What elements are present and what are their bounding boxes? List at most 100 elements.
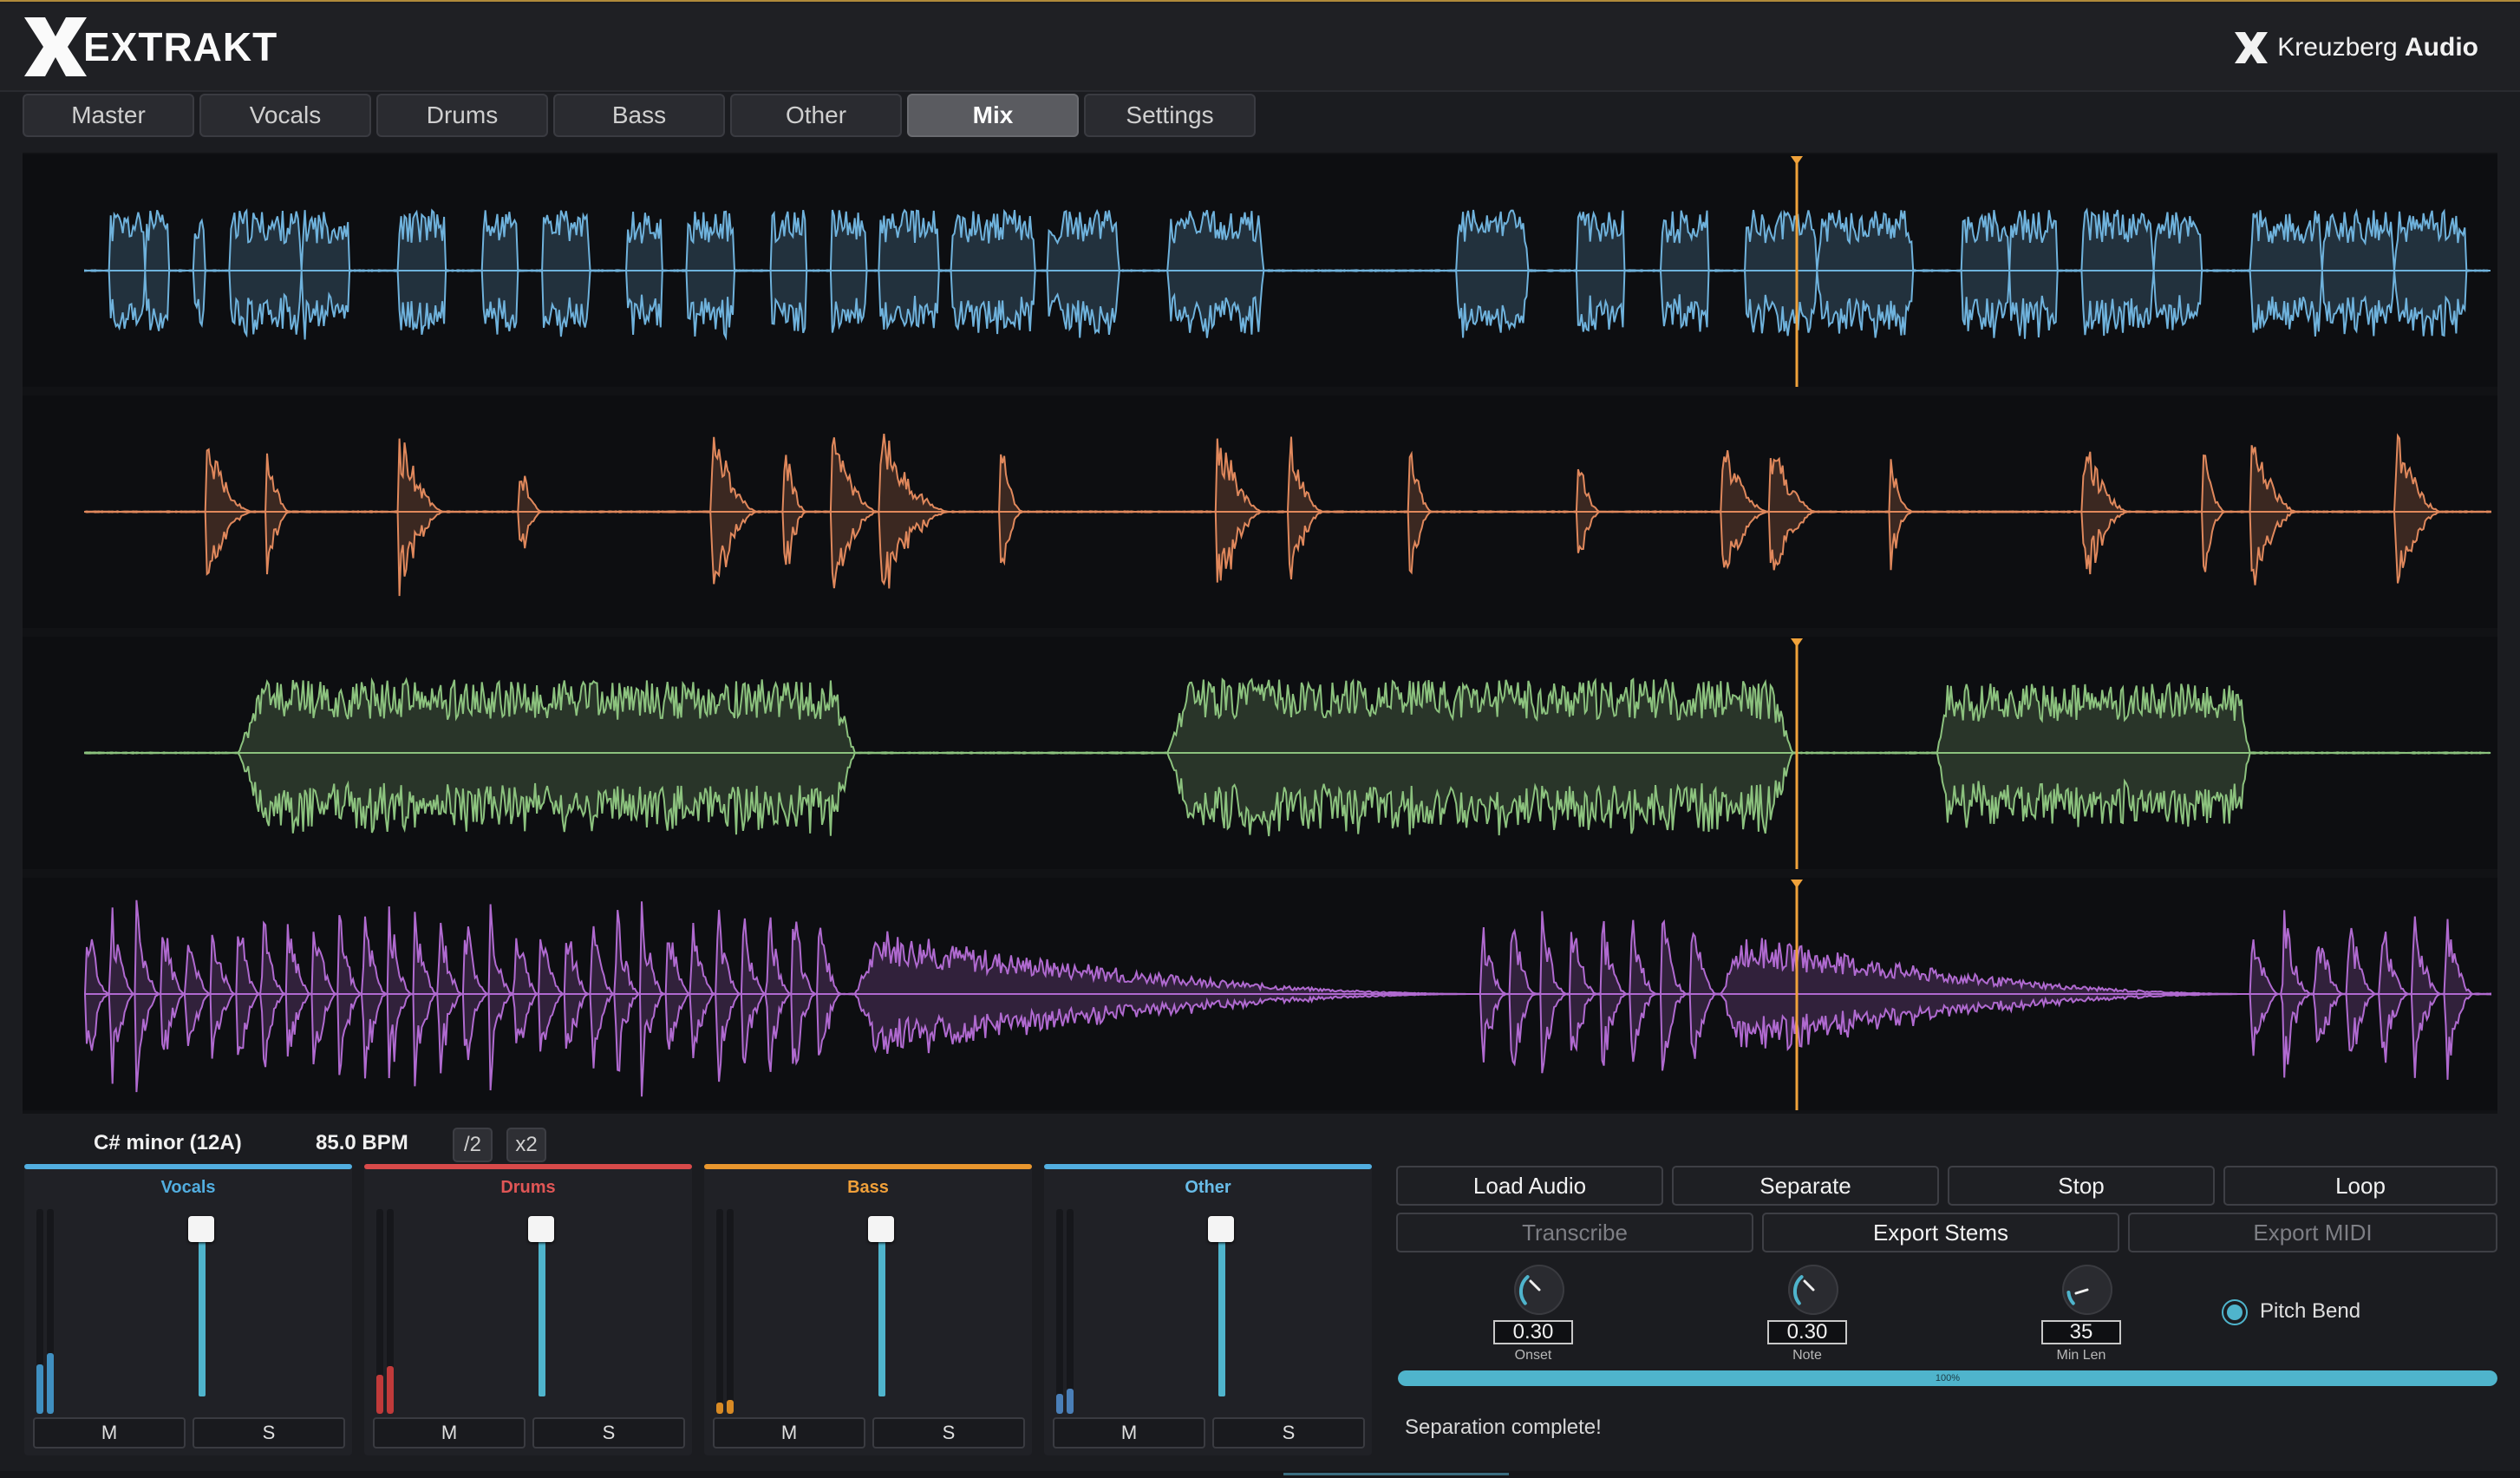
min-len-knob-control: 35 Min Len	[2041, 1265, 2137, 1363]
volume-fader-track[interactable]	[199, 1225, 206, 1450]
mute-button-bass[interactable]: M	[713, 1417, 865, 1449]
header-bar: EXTRAKT Kreuzberg Audio	[0, 3, 2520, 92]
waveform-shape	[84, 899, 2491, 1097]
volume-fader-thumb[interactable]	[868, 1216, 894, 1242]
fader-rail	[878, 1225, 885, 1396]
onset-label: Onset	[1514, 1348, 1552, 1363]
app-window: EXTRAKT Kreuzberg Audio Master Vocals Dr…	[0, 0, 2520, 1478]
tab-mix[interactable]: Mix	[907, 94, 1079, 137]
bpm-half-button[interactable]: /2	[453, 1128, 493, 1162]
knob-indicator-icon	[1792, 1275, 1815, 1305]
channel-strip-drums: Drums M S	[364, 1164, 692, 1455]
key-display: C# minor (12A)	[94, 1131, 242, 1154]
status-message: Separation complete!	[1405, 1416, 1602, 1439]
playhead-marker-icon[interactable]	[1791, 156, 1803, 165]
fader-rail	[539, 1225, 545, 1396]
meter-fill	[47, 1352, 54, 1414]
min-len-knob[interactable]	[2062, 1265, 2112, 1315]
pitch-bend-toggle[interactable]	[2222, 1299, 2248, 1325]
volume-fader-thumb[interactable]	[1208, 1216, 1234, 1242]
radio-dot-icon	[2227, 1305, 2243, 1320]
logo-x-icon	[24, 17, 87, 76]
mute-button-other[interactable]: M	[1053, 1417, 1205, 1449]
onset-knob[interactable]	[1514, 1265, 1564, 1315]
min-len-value-field[interactable]: 35	[2041, 1320, 2121, 1344]
note-knob[interactable]	[1788, 1265, 1838, 1315]
level-meter-right	[387, 1209, 394, 1414]
volume-fader-track[interactable]	[539, 1225, 545, 1450]
volume-fader-track[interactable]	[878, 1225, 885, 1450]
waveform-lane-vocals[interactable]	[23, 154, 2497, 387]
meter-fill	[1056, 1393, 1063, 1414]
meter-fill	[36, 1364, 43, 1414]
volume-fader-track[interactable]	[1218, 1225, 1225, 1450]
brand-name: Kreuzberg Audio	[2277, 33, 2478, 62]
tab-bar: Master Vocals Drums Bass Other Mix Setti…	[23, 94, 1256, 139]
level-meter-left	[716, 1209, 723, 1414]
waveform-shape	[84, 677, 2491, 837]
channel-name: Other	[1185, 1178, 1231, 1197]
channel-name: Bass	[847, 1178, 889, 1197]
channel-strip-bass: Bass M S	[704, 1164, 1032, 1455]
volume-fader-thumb[interactable]	[188, 1216, 214, 1242]
solo-button-drums[interactable]: S	[532, 1417, 685, 1449]
mute-button-drums[interactable]: M	[373, 1417, 526, 1449]
stop-button[interactable]: Stop	[1948, 1166, 2215, 1206]
waveform-area[interactable]	[23, 153, 2497, 1114]
tab-drums[interactable]: Drums	[376, 94, 548, 137]
solo-button-other[interactable]: S	[1212, 1417, 1365, 1449]
brand-light: Kreuzberg	[2277, 33, 2398, 62]
channel-strip-other: Other M S	[1044, 1164, 1372, 1455]
level-meter-right	[47, 1209, 54, 1414]
channel-name: Vocals	[160, 1178, 216, 1197]
waveform-vocals	[84, 156, 2491, 387]
note-label: Note	[1792, 1348, 1822, 1363]
separate-button[interactable]: Separate	[1672, 1166, 1939, 1206]
meter-fill	[1067, 1389, 1074, 1414]
bpm-double-button[interactable]: x2	[506, 1128, 546, 1162]
app-logo: EXTRAKT	[23, 16, 277, 78]
playhead-marker-icon[interactable]	[1791, 638, 1803, 647]
onset-value-field[interactable]: 0.30	[1493, 1320, 1573, 1344]
progress-bar: 100%	[1398, 1370, 2497, 1386]
tab-master[interactable]: Master	[23, 94, 194, 137]
solo-button-vocals[interactable]: S	[193, 1417, 345, 1449]
waveform-lane-other[interactable]	[23, 878, 2497, 1110]
export-midi-button[interactable]: Export MIDI	[2128, 1213, 2497, 1252]
pitch-bend-label: Pitch Bend	[2260, 1299, 2361, 1323]
bottom-edge	[0, 1471, 2520, 1478]
solo-button-bass[interactable]: S	[872, 1417, 1025, 1449]
loop-button[interactable]: Loop	[2223, 1166, 2497, 1206]
meter-fill	[727, 1400, 734, 1414]
tab-other[interactable]: Other	[730, 94, 902, 137]
note-knob-control: 0.30 Note	[1767, 1265, 1863, 1363]
level-meter-right	[1067, 1209, 1074, 1414]
brand-x-icon	[2235, 32, 2269, 63]
waveform-bass	[84, 638, 2491, 869]
app-logo-text: EXTRAKT	[83, 24, 278, 69]
export-stems-button[interactable]: Export Stems	[1762, 1213, 2119, 1252]
knob-indicator-icon	[1518, 1275, 1541, 1305]
channel-color-bar	[1044, 1164, 1372, 1169]
channel-name: Drums	[500, 1178, 556, 1197]
fader-rail	[199, 1225, 206, 1396]
playhead-marker-icon[interactable]	[1791, 880, 1803, 888]
scroll-indicator[interactable]	[1283, 1473, 1509, 1475]
channel-color-bar	[24, 1164, 352, 1169]
meter-fill	[387, 1366, 394, 1414]
volume-fader-thumb[interactable]	[528, 1216, 554, 1242]
tab-bass[interactable]: Bass	[553, 94, 725, 137]
tab-vocals[interactable]: Vocals	[199, 94, 371, 137]
tab-settings[interactable]: Settings	[1084, 94, 1256, 137]
waveform-other	[84, 880, 2491, 1110]
waveform-drums	[84, 433, 2491, 597]
knob-indicator-icon	[2066, 1288, 2089, 1305]
level-meter-left	[36, 1209, 43, 1414]
load-audio-button[interactable]: Load Audio	[1396, 1166, 1663, 1206]
note-value-field[interactable]: 0.30	[1767, 1320, 1847, 1344]
waveform-lane-drums[interactable]	[23, 396, 2497, 628]
transcribe-button[interactable]: Transcribe	[1396, 1213, 1753, 1252]
brand-bold: Audio	[2405, 33, 2478, 62]
waveform-lane-bass[interactable]	[23, 637, 2497, 869]
mute-button-vocals[interactable]: M	[33, 1417, 186, 1449]
